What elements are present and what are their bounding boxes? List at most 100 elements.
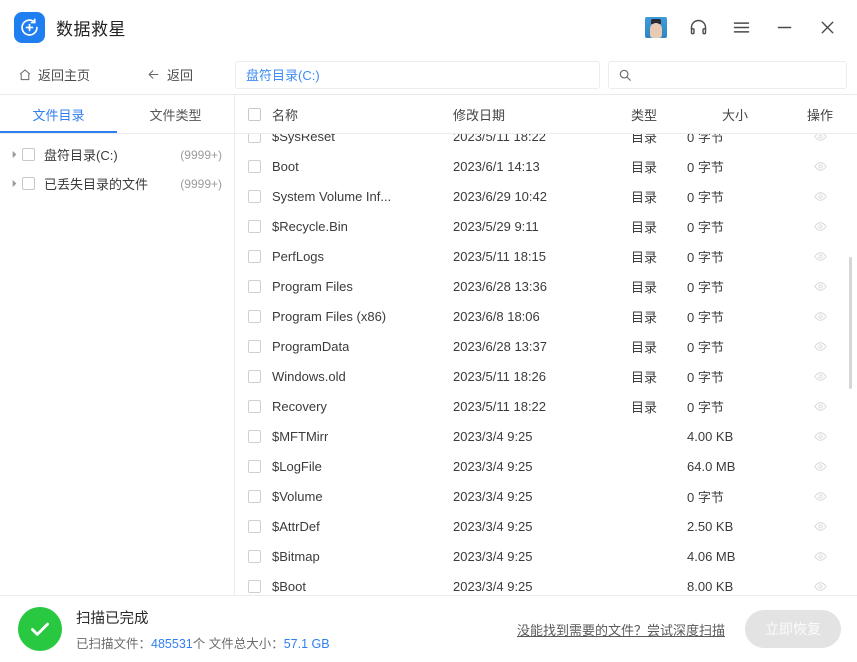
table-row[interactable]: Program Files (x86)2023/6/8 18:06目录0 字节 (235, 301, 857, 331)
tree-checkbox[interactable] (22, 148, 35, 161)
row-checkbox[interactable] (248, 340, 261, 353)
select-all-checkbox[interactable] (248, 108, 261, 121)
eye-icon[interactable] (814, 460, 827, 473)
cell-size: 64.0 MB (687, 459, 783, 474)
scrollbar-thumb[interactable] (849, 257, 852, 389)
table-row[interactable]: Boot2023/6/1 14:13目录0 字节 (235, 151, 857, 181)
row-checkbox[interactable] (248, 280, 261, 293)
back-button[interactable]: 返回 (140, 62, 199, 88)
cell-date: 2023/5/29 9:11 (453, 219, 601, 234)
row-checkbox[interactable] (248, 250, 261, 263)
eye-icon[interactable] (814, 520, 827, 533)
search-box[interactable] (608, 61, 847, 89)
table-row[interactable]: $Recycle.Bin2023/5/29 9:11目录0 字节 (235, 211, 857, 241)
file-name: $AttrDef (272, 519, 320, 534)
table-row[interactable]: Program Files2023/6/28 13:36目录0 字节 (235, 271, 857, 301)
cell-date: 2023/6/28 13:37 (453, 339, 601, 354)
cell-action (783, 160, 857, 173)
breadcrumb[interactable]: 盘符目录(C:) (235, 61, 600, 89)
cell-date: 2023/5/11 18:15 (453, 249, 601, 264)
hamburger-menu-icon[interactable] (729, 16, 753, 40)
breadcrumb-current[interactable]: 盘符目录(C:) (246, 65, 320, 84)
cell-action (783, 430, 857, 443)
file-name: $MFTMirr (272, 429, 328, 444)
deep-scan-link[interactable]: 没能找到需要的文件？尝试深度扫描 (517, 620, 725, 639)
search-input[interactable] (639, 67, 837, 82)
table-row[interactable]: ProgramData2023/6/28 13:37目录0 字节 (235, 331, 857, 361)
row-checkbox[interactable] (248, 550, 261, 563)
tree-item-lost-files[interactable]: 已丢失目录的文件 (9999+) (0, 169, 234, 198)
row-checkbox[interactable] (248, 190, 261, 203)
tree-item-drive-c[interactable]: 盘符目录(C:) (9999+) (0, 140, 234, 169)
eye-icon[interactable] (814, 310, 827, 323)
status-left: 扫描已完成 已扫描文件：485531个 文件总大小：57.1 GB (18, 607, 330, 652)
eye-icon[interactable] (814, 134, 827, 143)
check-circle-icon (18, 607, 62, 651)
cell-name: Boot (235, 159, 453, 174)
table-row[interactable]: $Bitmap2023/3/4 9:254.06 MB (235, 541, 857, 571)
cell-date: 2023/6/8 18:06 (453, 309, 601, 324)
home-button[interactable]: 返回主页 (12, 62, 96, 88)
table-row[interactable]: $Boot2023/3/4 9:258.00 KB (235, 571, 857, 595)
row-checkbox[interactable] (248, 370, 261, 383)
table-scrollbar[interactable] (847, 139, 854, 587)
table-row[interactable]: Windows.old2023/5/11 18:26目录0 字节 (235, 361, 857, 391)
cell-type: 目录 (601, 367, 687, 386)
table-row[interactable]: $MFTMirr2023/3/4 9:254.00 KB (235, 421, 857, 451)
cell-name: Program Files (x86) (235, 309, 453, 324)
cell-action (783, 220, 857, 233)
main-body: 文件目录 文件类型 盘符目录(C:) (9999+) (0, 95, 857, 595)
eye-icon[interactable] (814, 220, 827, 233)
table-row[interactable]: System Volume Inf...2023/6/29 10:42目录0 字… (235, 181, 857, 211)
app-window: 数据救星 (0, 0, 857, 662)
cell-size: 0 字节 (687, 367, 783, 386)
cell-type: 目录 (601, 397, 687, 416)
user-avatar[interactable] (645, 17, 667, 38)
cell-size: 0 字节 (687, 247, 783, 266)
chevron-right-icon[interactable] (6, 150, 22, 159)
chevron-right-icon[interactable] (6, 179, 22, 188)
cell-size: 2.50 KB (687, 519, 783, 534)
row-checkbox[interactable] (248, 460, 261, 473)
row-checkbox[interactable] (248, 520, 261, 533)
row-checkbox[interactable] (248, 160, 261, 173)
tab-file-directory[interactable]: 文件目录 (0, 95, 117, 134)
tree-item-label: 已丢失目录的文件 (44, 174, 180, 193)
headset-icon[interactable] (686, 16, 710, 40)
eye-icon[interactable] (814, 190, 827, 203)
eye-icon[interactable] (814, 490, 827, 503)
table-row[interactable]: $AttrDef 2023/3/4 9:25 2.50 KB (235, 511, 857, 541)
sidebar-tabs: 文件目录 文件类型 (0, 95, 234, 134)
cell-type: 目录 (601, 247, 687, 266)
row-checkbox[interactable] (248, 220, 261, 233)
table-row[interactable]: $SysReset2023/5/11 18:22目录0 字节 (235, 134, 857, 151)
cell-date: 2023/6/28 13:36 (453, 279, 601, 294)
eye-icon[interactable] (814, 550, 827, 563)
row-checkbox[interactable] (248, 134, 261, 143)
eye-icon[interactable] (814, 160, 827, 173)
tree-checkbox[interactable] (22, 177, 35, 190)
row-checkbox[interactable] (248, 400, 261, 413)
row-checkbox[interactable] (248, 430, 261, 443)
row-checkbox[interactable] (248, 310, 261, 323)
recover-button[interactable]: 立即恢复 (745, 610, 841, 648)
table-row[interactable]: PerfLogs2023/5/11 18:15目录0 字节 (235, 241, 857, 271)
eye-icon[interactable] (814, 280, 827, 293)
tab-file-type[interactable]: 文件类型 (117, 95, 234, 134)
close-icon[interactable] (815, 16, 839, 40)
eye-icon[interactable] (814, 580, 827, 593)
file-name: Program Files (x86) (272, 309, 386, 324)
eye-icon[interactable] (814, 370, 827, 383)
table-row[interactable]: Recovery2023/5/11 18:22目录0 字节 (235, 391, 857, 421)
eye-icon[interactable] (814, 340, 827, 353)
cell-action (783, 134, 857, 143)
minimize-icon[interactable] (772, 16, 796, 40)
row-checkbox[interactable] (248, 490, 261, 503)
eye-icon[interactable] (814, 400, 827, 413)
row-checkbox[interactable] (248, 580, 261, 593)
eye-icon[interactable] (814, 430, 827, 443)
table-row[interactable]: $LogFile2023/3/4 9:2564.0 MB (235, 451, 857, 481)
table-row[interactable]: $Volume2023/3/4 9:250 字节 (235, 481, 857, 511)
cell-date: 2023/3/4 9:25 (453, 519, 601, 534)
eye-icon[interactable] (814, 250, 827, 263)
